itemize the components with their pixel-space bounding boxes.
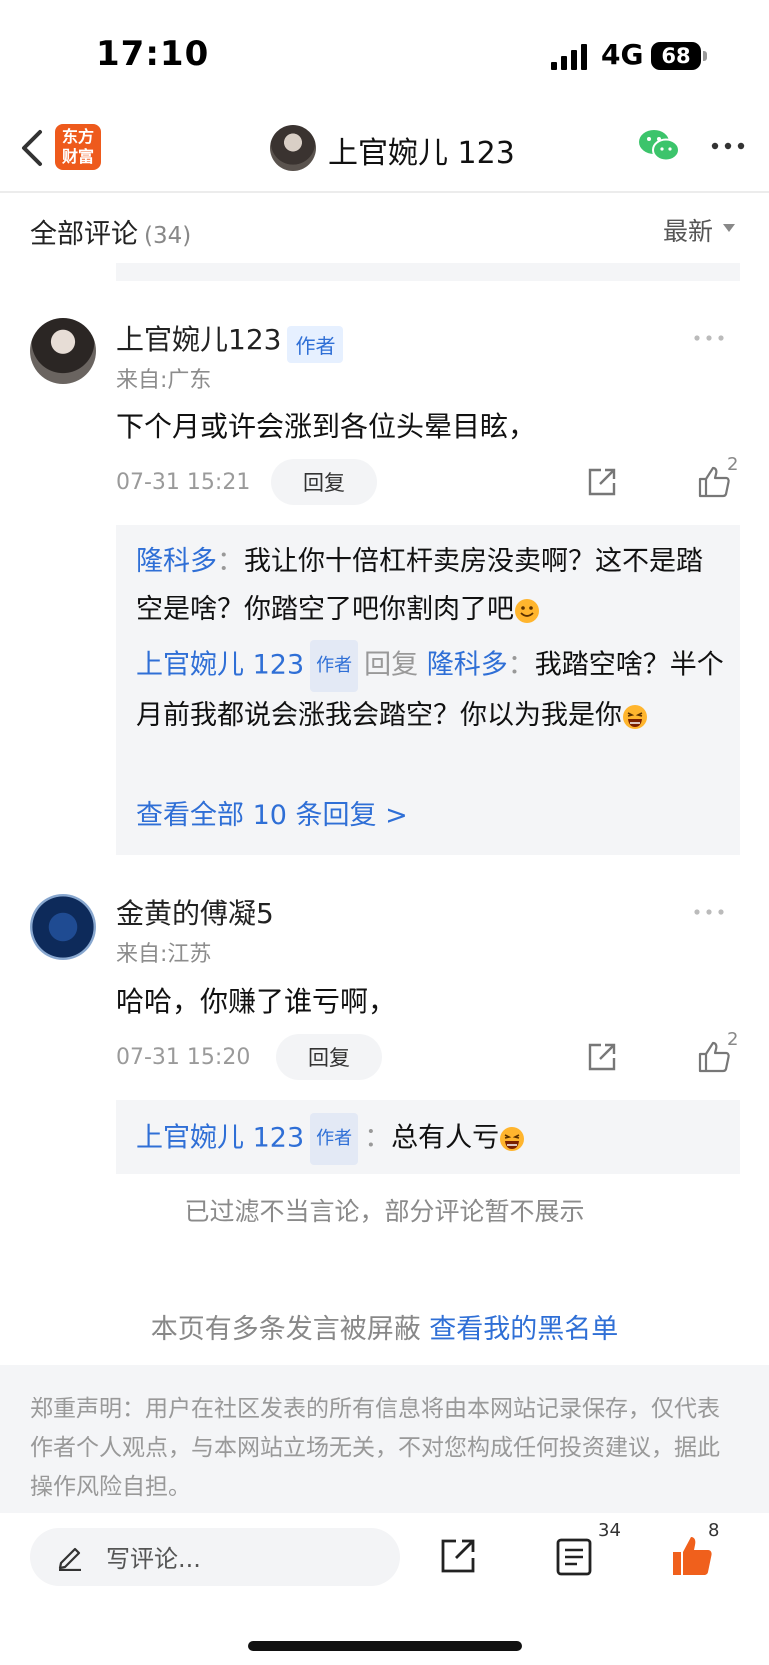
author-name[interactable]: 金黄的傅凝5 — [116, 897, 274, 930]
laugh-emoji-icon — [623, 704, 647, 729]
reply-separator: ： — [364, 1122, 392, 1154]
comment-input[interactable] — [30, 1528, 400, 1586]
blacklist-link[interactable]: 查看我的黑名单 — [429, 1314, 618, 1345]
laugh-emoji-icon — [500, 1127, 525, 1151]
home-indicator[interactable] — [248, 1641, 522, 1651]
battery-tip — [703, 51, 707, 61]
logo-line1: 东方 — [61, 127, 94, 146]
reply-separator: ： — [217, 546, 244, 577]
reply-target[interactable]: 隆科多 — [427, 650, 508, 681]
comment-count-badge: 34 — [598, 1520, 621, 1541]
sort-label[interactable]: 最新 — [663, 212, 713, 248]
like-count: 2 — [727, 1029, 739, 1050]
comment-location: 来自:广东 — [116, 368, 212, 393]
reply-user[interactable]: 上官婉儿 123 — [136, 650, 304, 681]
page-title[interactable]: 上官婉儿 123 — [328, 128, 515, 172]
reply-item: 上官婉儿 123 作者 回复 隆科多：我踏空啥？半个月前我都说会涨我会踏空？你以为我… — [136, 640, 726, 740]
share-icon[interactable] — [586, 1041, 618, 1073]
comment-location: 来自:江苏 — [116, 942, 212, 967]
comment-placeholder[interactable]: 写评论... — [106, 1539, 201, 1574]
like-icon[interactable] — [697, 465, 731, 499]
signal-icon — [551, 44, 587, 70]
comment-more-icon[interactable] — [693, 907, 725, 917]
smile-emoji-icon — [515, 598, 539, 623]
reply-separator: ： — [507, 649, 535, 681]
network-label: 4G — [601, 38, 644, 71]
author-avatar[interactable] — [270, 125, 316, 171]
disclaimer-text: 郑重声明：用户在社区发表的所有信息将由本网站记录保存，仅代表作者个人观点，与本网… — [30, 1396, 720, 1500]
wechat-icon[interactable] — [638, 128, 680, 164]
nav-divider — [0, 191, 769, 193]
share-icon[interactable] — [439, 1537, 477, 1575]
reply-user[interactable]: 上官婉儿 123 — [136, 1123, 304, 1154]
reply-item: 上官婉儿 123 作者 ：总有人亏 — [136, 1113, 726, 1165]
comments-header: 全部评论 (34) — [30, 212, 191, 251]
comment-text: 哈哈，你赚了谁亏啊， — [116, 985, 397, 1018]
battery-icon: 68 — [651, 42, 701, 70]
battery-level: 68 — [661, 44, 691, 68]
reply-button[interactable]: 回复 — [276, 1034, 382, 1080]
comment-text: 下个月或许会涨到各位头晕目眩， — [116, 410, 537, 443]
reply-text: 总有人亏 — [391, 1122, 500, 1154]
view-all-replies-link[interactable]: 查看全部 10 条回复 > — [136, 793, 408, 832]
comments-title: 全部评论 — [30, 219, 138, 250]
author-badge: 作者 — [287, 326, 344, 363]
author-name[interactable]: 上官婉儿123 — [116, 323, 281, 356]
app-logo[interactable]: 东方 财富 — [55, 124, 101, 170]
comments-count: (34) — [144, 223, 192, 249]
logo-line2: 财富 — [61, 147, 94, 166]
comment-list-icon[interactable] — [555, 1537, 593, 1577]
comment-author: 金黄的傅凝5 — [116, 892, 274, 932]
comment-time: 07-31 15:21 — [116, 470, 251, 495]
previous-reply-box — [116, 263, 740, 281]
back-icon[interactable] — [16, 126, 48, 170]
reply-user[interactable]: 隆科多 — [136, 546, 217, 577]
like-count-badge: 8 — [708, 1520, 720, 1541]
comment-author: 上官婉儿123 作者 — [116, 318, 344, 363]
avatar[interactable] — [30, 894, 96, 960]
comment-time: 07-31 15:20 — [116, 1045, 251, 1070]
reply-author-badge: 作者 — [310, 1113, 359, 1165]
blocked-text: 本页有多条发言被屏蔽 — [150, 1314, 430, 1345]
status-time: 17:10 — [96, 34, 210, 74]
comment-more-icon[interactable] — [693, 333, 725, 343]
reply-action: 回复 — [364, 649, 419, 681]
caret-down-icon[interactable] — [722, 221, 736, 235]
reply-author-badge: 作者 — [310, 640, 359, 692]
like-count: 2 — [727, 454, 739, 475]
like-icon[interactable] — [697, 1040, 731, 1074]
reply-button[interactable]: 回复 — [271, 459, 377, 505]
filtered-notice: 已过滤不当言论，部分评论暂不展示 — [184, 1197, 585, 1226]
reply-item: 隆科多：我让你十倍杠杆卖房没卖啊？这不是踏空是啥？你踏空了吧你割肉了吧 — [136, 538, 726, 634]
pencil-icon — [58, 1547, 81, 1571]
share-icon[interactable] — [586, 466, 618, 498]
more-icon[interactable] — [710, 134, 746, 158]
avatar[interactable] — [30, 318, 96, 384]
blocked-notice: 本页有多条发言被屏蔽 查看我的黑名单 — [0, 1307, 769, 1346]
